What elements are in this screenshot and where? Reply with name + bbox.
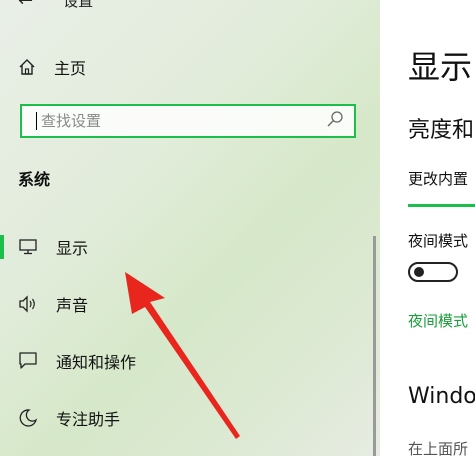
home-label: 主页 xyxy=(54,59,87,78)
monitor-icon xyxy=(18,237,38,257)
night-light-settings-link[interactable]: 夜间模式 xyxy=(408,310,468,331)
sidebar-item-label: 显示 xyxy=(56,239,89,258)
section-title: 系统 xyxy=(18,170,51,189)
sidebar-item-label: 专注助手 xyxy=(56,410,121,429)
brightness-slider[interactable] xyxy=(408,204,475,207)
page-title: 显示 xyxy=(408,48,473,86)
window-title: 设置 xyxy=(63,0,94,10)
title-bar: ← 设置 xyxy=(18,0,94,11)
notification-icon xyxy=(18,351,38,371)
sidebar-item-sound[interactable]: 声音 xyxy=(0,284,370,324)
settings-sidebar: ← 设置 主页 系统 显示 声音 通知和操作 xyxy=(0,0,380,456)
sidebar-item-focus-assist[interactable]: 专注助手 xyxy=(0,398,370,438)
brightness-description: 更改内置 xyxy=(408,170,469,188)
brightness-section-title: 亮度和 xyxy=(408,118,475,143)
night-light-label: 夜间模式 xyxy=(408,232,469,250)
text-cursor xyxy=(36,112,37,130)
display-settings-pane: 显示 亮度和 更改内置 夜间模式 夜间模式 Windo 在上面所 xyxy=(380,0,475,456)
home-icon xyxy=(18,58,36,76)
windows-hd-color-description: 在上面所 xyxy=(408,440,469,456)
search-box[interactable] xyxy=(20,104,356,138)
search-input[interactable] xyxy=(39,111,326,131)
sidebar-item-display[interactable]: 显示 xyxy=(0,227,370,267)
active-indicator xyxy=(0,235,4,259)
toggle-knob xyxy=(414,267,424,277)
sidebar-item-notifications[interactable]: 通知和操作 xyxy=(0,341,370,381)
moon-icon xyxy=(18,408,38,428)
home-link[interactable]: 主页 xyxy=(18,53,86,81)
search-icon[interactable] xyxy=(326,110,344,132)
windows-hd-color-title: Windo xyxy=(408,384,475,409)
back-arrow-icon[interactable]: ← xyxy=(18,0,33,11)
night-light-toggle[interactable] xyxy=(408,262,458,282)
sidebar-item-label: 通知和操作 xyxy=(56,353,137,372)
sidebar-item-label: 声音 xyxy=(56,296,89,315)
sidebar-scrollbar[interactable] xyxy=(373,236,376,456)
speaker-icon xyxy=(18,294,38,314)
